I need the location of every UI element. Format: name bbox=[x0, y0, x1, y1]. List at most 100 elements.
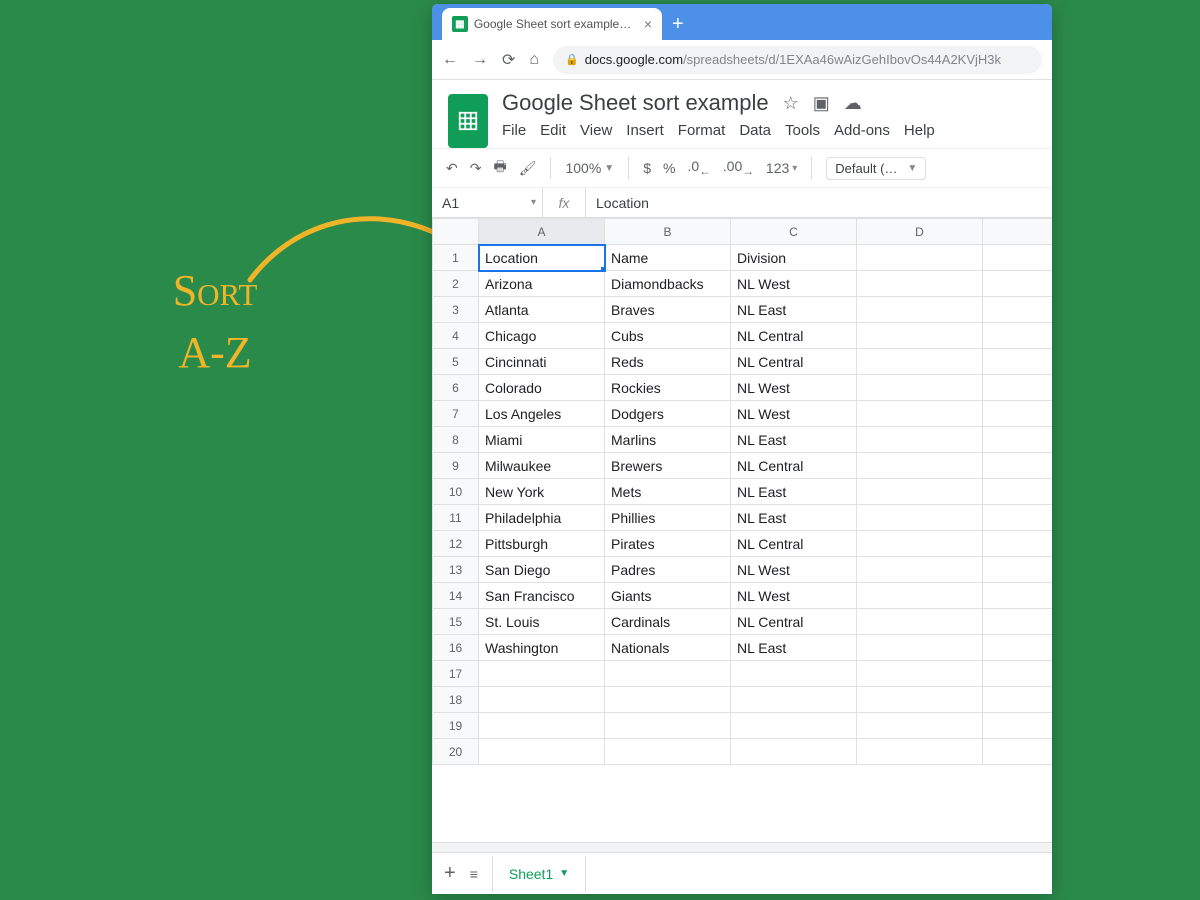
row-header[interactable]: 1 bbox=[433, 245, 479, 271]
cell[interactable] bbox=[983, 505, 1053, 531]
cell[interactable]: Marlins bbox=[605, 427, 731, 453]
cell[interactable] bbox=[857, 583, 983, 609]
cell[interactable]: Division bbox=[731, 245, 857, 271]
reload-icon[interactable]: ⟳ bbox=[502, 50, 515, 70]
cell[interactable] bbox=[983, 583, 1053, 609]
cell[interactable] bbox=[605, 739, 731, 765]
cell[interactable] bbox=[857, 687, 983, 713]
cell[interactable] bbox=[983, 479, 1053, 505]
move-icon[interactable]: ▣ bbox=[813, 93, 830, 114]
cell[interactable]: Dodgers bbox=[605, 401, 731, 427]
column-header-C[interactable]: C bbox=[731, 219, 857, 245]
row-header[interactable]: 17 bbox=[433, 661, 479, 687]
row-header[interactable]: 15 bbox=[433, 609, 479, 635]
cell[interactable] bbox=[857, 635, 983, 661]
cell[interactable] bbox=[983, 401, 1053, 427]
add-sheet-button[interactable]: + bbox=[444, 862, 456, 885]
row-header[interactable]: 8 bbox=[433, 427, 479, 453]
cell[interactable]: NL West bbox=[731, 271, 857, 297]
row-header[interactable]: 13 bbox=[433, 557, 479, 583]
paint-format-icon[interactable]: 🖌 bbox=[519, 160, 537, 177]
cell[interactable] bbox=[857, 401, 983, 427]
cell[interactable]: NL Central bbox=[731, 349, 857, 375]
row-header[interactable]: 12 bbox=[433, 531, 479, 557]
cell[interactable] bbox=[479, 661, 605, 687]
cell[interactable]: Rockies bbox=[605, 375, 731, 401]
column-header-E[interactable] bbox=[983, 219, 1053, 245]
cell[interactable] bbox=[983, 323, 1053, 349]
cell[interactable] bbox=[857, 531, 983, 557]
menu-edit[interactable]: Edit bbox=[540, 122, 566, 139]
cell[interactable] bbox=[857, 739, 983, 765]
cell[interactable]: Atlanta bbox=[479, 297, 605, 323]
cell[interactable]: NL West bbox=[731, 557, 857, 583]
row-header[interactable]: 7 bbox=[433, 401, 479, 427]
row-header[interactable]: 18 bbox=[433, 687, 479, 713]
column-header-D[interactable]: D bbox=[857, 219, 983, 245]
decrease-decimal-button[interactable]: .0← bbox=[687, 158, 710, 178]
row-header[interactable]: 11 bbox=[433, 505, 479, 531]
star-icon[interactable]: ☆ bbox=[783, 93, 799, 114]
cell[interactable]: Washington bbox=[479, 635, 605, 661]
all-sheets-button[interactable]: ≡ bbox=[470, 866, 478, 882]
omnibox[interactable]: 🔒 docs.google.com/spreadsheets/d/1EXAa46… bbox=[553, 46, 1042, 74]
cell[interactable]: NL West bbox=[731, 375, 857, 401]
cell[interactable] bbox=[983, 557, 1053, 583]
cell[interactable] bbox=[605, 687, 731, 713]
cell[interactable] bbox=[857, 453, 983, 479]
cell[interactable]: Cardinals bbox=[605, 609, 731, 635]
cell[interactable] bbox=[857, 713, 983, 739]
menu-insert[interactable]: Insert bbox=[626, 122, 664, 139]
cell[interactable]: NL East bbox=[731, 505, 857, 531]
row-header[interactable]: 2 bbox=[433, 271, 479, 297]
cell[interactable] bbox=[983, 713, 1053, 739]
cell[interactable]: Miami bbox=[479, 427, 605, 453]
row-header[interactable]: 3 bbox=[433, 297, 479, 323]
cell[interactable]: Pirates bbox=[605, 531, 731, 557]
row-header[interactable]: 6 bbox=[433, 375, 479, 401]
cell[interactable]: Milwaukee bbox=[479, 453, 605, 479]
cell[interactable] bbox=[983, 427, 1053, 453]
cell[interactable]: NL Central bbox=[731, 323, 857, 349]
cell[interactable]: Cubs bbox=[605, 323, 731, 349]
cell[interactable]: Colorado bbox=[479, 375, 605, 401]
cell[interactable]: New York bbox=[479, 479, 605, 505]
redo-icon[interactable]: ↷ bbox=[470, 160, 482, 177]
percent-button[interactable]: % bbox=[663, 160, 675, 176]
cell[interactable] bbox=[983, 375, 1053, 401]
currency-button[interactable]: $ bbox=[643, 160, 651, 176]
cell[interactable] bbox=[857, 375, 983, 401]
sheets-logo-icon[interactable] bbox=[448, 94, 488, 148]
print-icon[interactable]: 🖶 bbox=[493, 156, 506, 180]
cell[interactable]: Mets bbox=[605, 479, 731, 505]
close-tab-icon[interactable]: × bbox=[644, 16, 652, 32]
cell[interactable] bbox=[983, 271, 1053, 297]
cell[interactable]: NL East bbox=[731, 297, 857, 323]
cloud-status-icon[interactable]: ☁ bbox=[844, 93, 862, 114]
cell[interactable] bbox=[983, 687, 1053, 713]
cell[interactable]: NL West bbox=[731, 583, 857, 609]
cell[interactable] bbox=[731, 687, 857, 713]
cell[interactable] bbox=[857, 297, 983, 323]
row-header[interactable]: 10 bbox=[433, 479, 479, 505]
cell[interactable]: San Francisco bbox=[479, 583, 605, 609]
new-tab-button[interactable]: + bbox=[662, 13, 694, 40]
menu-view[interactable]: View bbox=[580, 122, 612, 139]
cell[interactable]: Chicago bbox=[479, 323, 605, 349]
cell[interactable]: NL East bbox=[731, 635, 857, 661]
formula-input[interactable]: Location bbox=[586, 195, 649, 211]
cell[interactable] bbox=[479, 687, 605, 713]
cell[interactable]: Nationals bbox=[605, 635, 731, 661]
cell[interactable]: Location bbox=[479, 245, 605, 271]
doc-title[interactable]: Google Sheet sort example bbox=[502, 90, 769, 116]
column-header-A[interactable]: A bbox=[479, 219, 605, 245]
forward-icon[interactable]: → bbox=[472, 51, 488, 69]
cell[interactable]: Cincinnati bbox=[479, 349, 605, 375]
cell[interactable] bbox=[983, 349, 1053, 375]
cell[interactable]: Reds bbox=[605, 349, 731, 375]
row-header[interactable]: 20 bbox=[433, 739, 479, 765]
cell[interactable] bbox=[983, 245, 1053, 271]
cell[interactable] bbox=[605, 713, 731, 739]
cell[interactable]: NL Central bbox=[731, 609, 857, 635]
horizontal-scrollbar[interactable] bbox=[432, 842, 1052, 852]
